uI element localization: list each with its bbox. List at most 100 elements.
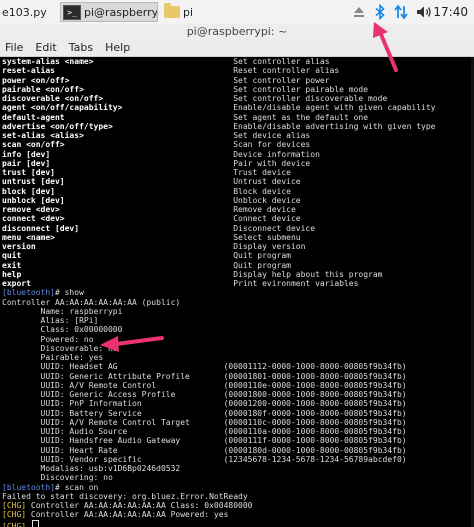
uuid-label: UUID: Handsfree Audio Gateway [2, 436, 224, 446]
prompt-tag: [bluetooth] [2, 482, 55, 492]
help-description: Disconnect device [233, 223, 316, 233]
property-text: Discoverable: no [2, 343, 118, 353]
help-command: reset-alias [2, 66, 234, 76]
menu-file[interactable]: File [0, 41, 30, 54]
help-command: agent <on/off/capability> [2, 103, 234, 113]
menu-edit[interactable]: Edit [30, 41, 63, 54]
uuid-row: UUID: Headset AG (00001112-0000-1000-800… [2, 362, 474, 371]
show-property: Pairable: yes [2, 353, 474, 362]
command-text: # scan on [54, 482, 99, 492]
uuid-row: UUID: Generic Attribute Profile (0000180… [2, 372, 474, 381]
help-command: quit [2, 251, 234, 261]
uuid-value: (0000180d-0000-1000-8000-00805f9b34fb) [223, 445, 407, 455]
help-command: help [2, 269, 234, 279]
property-text: Pairable: yes [2, 353, 104, 362]
show-property: Powered: no [2, 335, 474, 344]
help-row: agent <on/off/capability> Enable/disable… [2, 103, 474, 112]
help-command: default-agent [2, 112, 234, 122]
help-description: Block device [233, 186, 291, 196]
network-transfer-icon[interactable] [392, 2, 410, 22]
help-command: version [2, 242, 234, 251]
help-description: Quit program [233, 251, 291, 261]
uuid-row: UUID: PnP Information (00001200-0000-100… [2, 399, 474, 408]
help-row: menu <name> Select submenu [2, 233, 474, 242]
folder-icon [164, 3, 180, 18]
help-row: trust [dev] Trust device [2, 168, 474, 177]
help-description: Print evironment variables [233, 279, 359, 288]
terminal-icon: >_ [63, 4, 81, 20]
help-command: scan <on/off> [2, 140, 234, 150]
help-command: set-alias <alias> [2, 131, 234, 140]
help-command: menu <name> [2, 232, 234, 242]
taskbar-window-label: pi [183, 5, 194, 19]
help-command: pairable <on/off> [2, 84, 234, 94]
uuid-label: UUID: Battery Service [2, 408, 224, 418]
uuid-row: UUID: Generic Access Profile (00001800-0… [2, 390, 474, 399]
uuid-label: UUID: A/V Remote Control Target [2, 417, 224, 427]
uuid-value: (00001200-0000-1000-8000-00805f9b34fb) [223, 399, 407, 409]
help-command: remove <dev> [2, 205, 234, 214]
help-description: Display help about this program [233, 269, 383, 279]
help-description: Set controller alias [233, 57, 330, 66]
chg-tag: [CHG] [2, 510, 27, 520]
uuid-label: UUID: Generic Attribute Profile [2, 371, 224, 381]
help-command: connect <dev> [2, 214, 234, 224]
help-row: advertise <on/off/type> Enable/disable a… [2, 122, 474, 131]
help-row: connect <dev> Connect device [2, 214, 474, 223]
uuid-row: UUID: Battery Service (0000180f-0000-100… [2, 409, 474, 418]
help-description: Quit program [233, 260, 291, 270]
help-command: system-alias <name> [2, 57, 234, 66]
uuid-row: UUID: A/V Remote Control (0000110e-0000-… [2, 381, 474, 390]
taskbar-window-e103[interactable]: e103.py [0, 2, 60, 22]
uuid-value: (0000111f-0000-1000-8000-00805f9b34fb) [223, 436, 407, 446]
help-command: export [2, 279, 234, 288]
prompt-line: [bluetooth]# scan on [2, 483, 474, 492]
error-text: Failed to start discovery: org.bluez.Err… [2, 491, 248, 501]
help-row: set-alias <alias> Set device alias [2, 131, 474, 140]
help-command: exit [2, 260, 234, 270]
uuid-label: UUID: Generic Access Profile [2, 390, 224, 399]
help-row: export Print evironment variables [2, 279, 474, 288]
uuid-value: (00001801-0000-1000-8000-00805f9b34fb) [223, 371, 407, 381]
eject-icon[interactable] [350, 2, 368, 22]
help-description: Scan for devices [233, 140, 311, 150]
help-command: unblock [dev] [2, 195, 234, 205]
show-property: Class: 0x00000000 [2, 325, 474, 334]
taskbar-window-file-manager[interactable]: pi [160, 2, 236, 22]
help-row: discoverable <on/off> Set controller dis… [2, 94, 474, 103]
help-command: discoverable <on/off> [2, 94, 234, 103]
uuid-row: UUID: Audio Source (0000110a-0000-1000-8… [2, 427, 474, 436]
help-description: Untrust device [233, 177, 301, 187]
chg-text: Controller AA:AA:AA:AA:AA:AA Class: 0x00… [26, 501, 253, 510]
prompt-line: [CHG] [2, 519, 474, 527]
help-row: pairable <on/off> Set controller pairabl… [2, 85, 474, 94]
help-row: version Display version [2, 242, 474, 251]
help-command: info [dev] [2, 149, 234, 159]
property-text: Alias: [RPi] [2, 316, 99, 325]
chg-event: [CHG] Controller AA:AA:AA:AA:AA:AA Class… [2, 501, 474, 510]
menu-help[interactable]: Help [100, 41, 137, 54]
taskbar-window-terminal[interactable]: >_ pi@raspberrypi: ~ [60, 2, 158, 22]
prompt-tag: [bluetooth] [2, 288, 55, 298]
help-description: Device information [233, 149, 320, 159]
help-description: Remove device [233, 205, 296, 214]
output-line: Controller AA:AA:AA:AA:AA:AA (public) [2, 298, 474, 307]
help-row: info [dev] Device information [2, 150, 474, 159]
uuid-row: UUID: A/V Remote Control Target (0000110… [2, 418, 474, 427]
help-description: Set controller discoverable mode [233, 94, 388, 103]
property-text: Class: 0x00000000 [2, 325, 123, 335]
show-property: Name: raspberrypi [2, 307, 474, 316]
menu-tabs[interactable]: Tabs [64, 41, 100, 54]
help-row: untrust [dev] Untrust device [2, 177, 474, 186]
bluetooth-icon[interactable] [372, 2, 388, 22]
help-command: advertise <on/off/type> [2, 121, 234, 131]
terminal-output[interactable]: system-alias <name> Set controller alias… [0, 57, 474, 527]
help-description: Set agent as the default one [233, 112, 369, 122]
controller-header: Controller AA:AA:AA:AA:AA:AA (public) [2, 297, 181, 307]
menu-bar: File Edit Tabs Help [0, 39, 474, 57]
volume-icon[interactable] [414, 2, 434, 22]
uuid-label: UUID: Headset AG [2, 362, 224, 372]
terminal-cursor [31, 519, 39, 527]
help-description: Trust device [233, 168, 291, 177]
